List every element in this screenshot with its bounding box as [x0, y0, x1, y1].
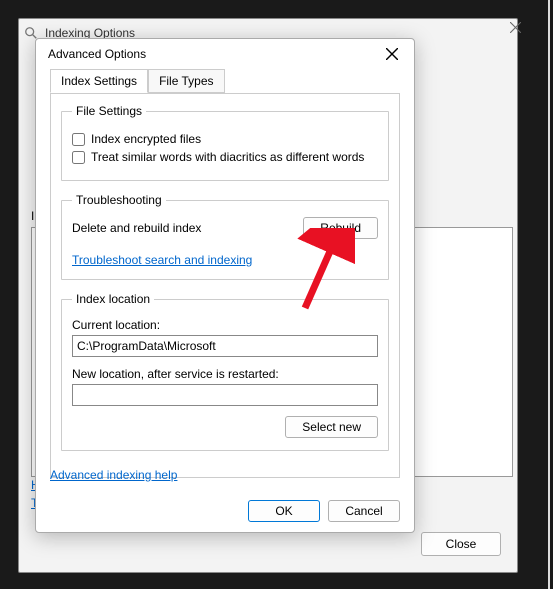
tab-index-settings[interactable]: Index Settings — [50, 69, 148, 93]
cancel-button[interactable]: Cancel — [328, 500, 400, 522]
select-new-button[interactable]: Select new — [285, 416, 378, 438]
index-location-group: Index location Current location: New loc… — [61, 292, 389, 451]
diacritics-label: Treat similar words with diacritics as d… — [91, 150, 364, 164]
outer-partial-label: I — [31, 209, 34, 223]
close-icon[interactable] — [378, 42, 406, 66]
troubleshoot-link[interactable]: Troubleshoot search and indexing — [72, 253, 252, 267]
advanced-options-dialog: Advanced Options Index Settings File Typ… — [35, 38, 415, 533]
rebuild-button[interactable]: Rebuild — [303, 217, 378, 239]
tab-strip: Index Settings File Types — [36, 69, 414, 94]
ok-button[interactable]: OK — [248, 500, 320, 522]
current-location-input[interactable] — [72, 335, 378, 357]
dialog-title: Advanced Options — [48, 47, 378, 61]
current-location-label: Current location: — [72, 318, 378, 332]
file-settings-group: File Settings Index encrypted files Trea… — [61, 104, 389, 181]
index-encrypted-label: Index encrypted files — [91, 132, 201, 146]
delete-rebuild-label: Delete and rebuild index — [72, 221, 201, 235]
troubleshooting-group: Troubleshooting Delete and rebuild index… — [61, 193, 389, 280]
troubleshooting-legend: Troubleshooting — [72, 193, 166, 207]
outer-close-button[interactable]: Close — [421, 532, 501, 556]
file-settings-legend: File Settings — [72, 104, 146, 118]
outer-close-icon[interactable] — [497, 13, 533, 41]
advanced-help-link[interactable]: Advanced indexing help — [50, 468, 400, 482]
dialog-footer: Advanced indexing help OK Cancel — [50, 468, 400, 522]
new-location-input[interactable] — [72, 384, 378, 406]
index-encrypted-checkbox[interactable] — [72, 133, 85, 146]
index-location-legend: Index location — [72, 292, 154, 306]
tab-panel: File Settings Index encrypted files Trea… — [50, 93, 400, 478]
scrollbar-track — [548, 0, 550, 589]
dialog-titlebar: Advanced Options — [36, 39, 414, 69]
tab-file-types[interactable]: File Types — [148, 69, 224, 93]
diacritics-checkbox[interactable] — [72, 151, 85, 164]
new-location-label: New location, after service is restarted… — [72, 367, 378, 381]
